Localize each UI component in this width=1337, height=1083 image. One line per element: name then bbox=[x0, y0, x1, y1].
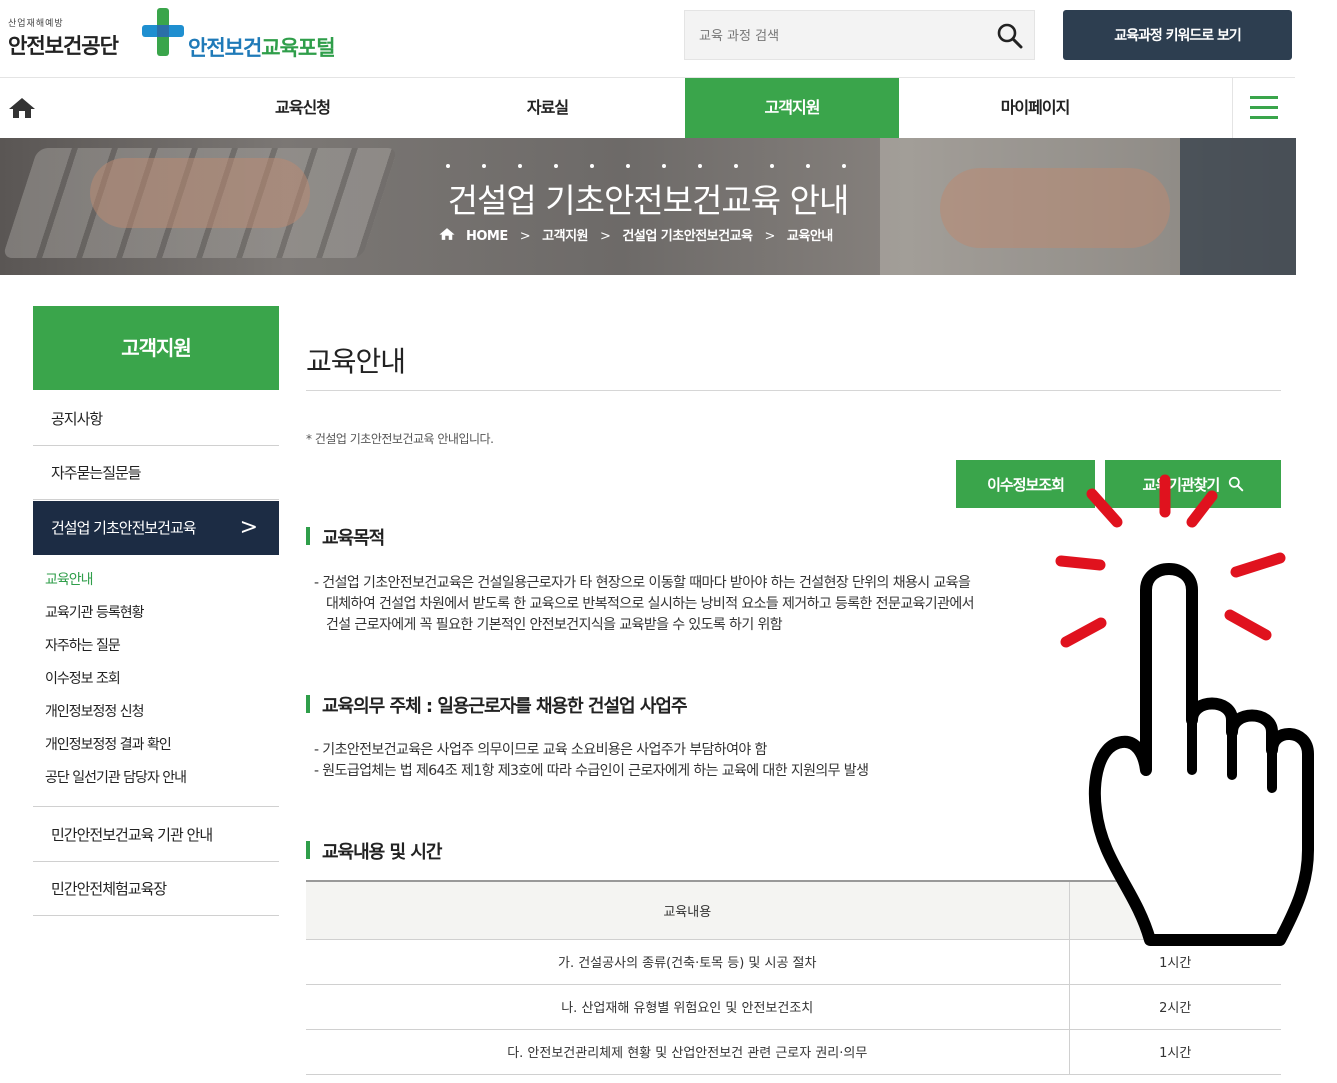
breadcrumb-home-icon[interactable] bbox=[438, 227, 456, 241]
table-row: 다. 안전보건관리체제 현황 및 산업안전보건 관련 근로자 권리·의무 1시간 bbox=[306, 1029, 1281, 1075]
table-cell: 나. 산업재해 유형별 위험요인 및 안전보건조치 bbox=[306, 984, 1070, 1030]
main-nav: 교육신청 자료실 고객지원 마이페이지 bbox=[0, 77, 1295, 138]
portal-logo-part-b: 교육포털 bbox=[261, 36, 335, 60]
search-box bbox=[684, 10, 1035, 60]
sidebar-sub-correction-result[interactable]: 개인정보정정 결과 확인 bbox=[45, 734, 172, 754]
breadcrumb-support[interactable]: 고객지원 bbox=[542, 229, 588, 244]
purpose-line: 대체하여 건설업 차원에서 받도록 한 교육으로 반복적으로 실시하는 낭비적 … bbox=[326, 596, 975, 612]
sidebar-sub-contacts[interactable]: 공단 일선기관 담당자 안내 bbox=[45, 767, 187, 787]
search-icon[interactable] bbox=[996, 22, 1024, 50]
purpose-text: - 건설업 기초안전보건교육은 건설일용근로자가 타 현장으로 이동할 때마다 … bbox=[314, 573, 975, 636]
sidebar-item-private-institutions[interactable]: 민간안전보건교육 기관 안내 bbox=[33, 808, 279, 862]
table-row: 나. 산업재해 유형별 위험요인 및 안전보건조치 2시간 bbox=[306, 984, 1281, 1030]
breadcrumb-home[interactable]: HOME bbox=[466, 229, 508, 244]
logo-title: 안전보건공단 bbox=[8, 34, 119, 58]
nav-item-library[interactable]: 자료실 bbox=[425, 78, 670, 138]
nav-item-apply[interactable]: 교육신청 bbox=[180, 78, 425, 138]
nav-item-support[interactable]: 고객지원 bbox=[685, 78, 899, 138]
pointing-hand-icon bbox=[1055, 474, 1314, 946]
sidebar-sub-guide[interactable]: 교육안내 bbox=[45, 569, 94, 589]
duty-text: - 기초안전보건교육은 사업주 의무이므로 교육 소요비용은 사업주가 부담하여… bbox=[314, 740, 869, 782]
sidebar-sub-faq[interactable]: 자주하는 질문 bbox=[45, 635, 121, 655]
table-header-cell: 교육내용 bbox=[306, 880, 1070, 940]
page-banner: 건설업 기초안전보건교육 안내 HOME > 고객지원 > 건설업 기초안전보건교육 > 교… bbox=[0, 138, 1296, 275]
sidebar-item-label: 건설업 기초안전보건교육 bbox=[51, 519, 197, 537]
duty-line: - 기초안전보건교육은 사업주 의무이므로 교육 소요비용은 사업주가 부담하여… bbox=[314, 742, 767, 758]
page-notice: * 건설업 기초안전보건교육 안내입니다. bbox=[306, 432, 494, 446]
hamburger-icon[interactable] bbox=[1232, 78, 1295, 138]
page-title: 교육안내 bbox=[306, 345, 406, 378]
sidebar-sub-completion[interactable]: 이수정보 조회 bbox=[45, 668, 121, 688]
sidebar-sub-institutions[interactable]: 교육기관 등록현황 bbox=[45, 602, 144, 622]
sidebar-item-experience-center[interactable]: 민간안전체험교육장 bbox=[33, 862, 279, 916]
breadcrumb: HOME > 고객지원 > 건설업 기초안전보건교육 > 교육안내 bbox=[438, 225, 845, 244]
table-cell: 1시간 bbox=[1069, 1029, 1281, 1075]
keyword-view-button[interactable]: 교육과정 키워드로 보기 bbox=[1063, 10, 1292, 60]
purpose-line: - 건설업 기초안전보건교육은 건설일용근로자가 타 현장으로 이동할 때마다 … bbox=[314, 575, 971, 591]
chevron-right-icon: > bbox=[764, 229, 776, 244]
sidebar-item-faq[interactable]: 자주묻는질문들 bbox=[33, 446, 279, 500]
page: 산업재해예방 안전보건공단 안전보건교육포털 교육과정 키워드로 보기 교육신청… bbox=[0, 0, 1337, 1083]
portal-logo-text[interactable]: 안전보건교육포털 bbox=[188, 32, 336, 62]
banner-dots bbox=[446, 164, 846, 170]
sidebar-title: 고객지원 bbox=[33, 306, 279, 390]
table-cell: 2시간 bbox=[1069, 984, 1281, 1030]
section-heading-content: 교육내용 및 시간 bbox=[306, 838, 442, 864]
divider bbox=[306, 390, 1281, 391]
purpose-line: 건설 근로자에게 꼭 필요한 기본적인 안전보건지식을 교육받을 수 있도록 하… bbox=[326, 617, 783, 633]
logo-subtitle: 산업재해예방 bbox=[8, 19, 64, 29]
kosha-logo[interactable]: 산업재해예방 안전보건공단 bbox=[8, 16, 119, 60]
table-cell: 가. 건설공사의 종류(건축·토목 등) 및 시공 절차 bbox=[306, 939, 1070, 985]
sidebar-sub-correction-request[interactable]: 개인정보정정 신청 bbox=[45, 701, 144, 721]
chevron-right-icon: > bbox=[239, 515, 258, 540]
sidebar-item-construction[interactable]: 건설업 기초안전보건교육 > bbox=[33, 501, 279, 555]
chevron-right-icon: > bbox=[600, 229, 611, 244]
portal-logo-mark-icon bbox=[142, 8, 184, 56]
home-icon[interactable] bbox=[8, 96, 36, 120]
banner-title: 건설업 기초안전보건교육 안내 bbox=[447, 181, 850, 220]
portal-logo-part-a: 안전보건 bbox=[188, 36, 262, 60]
breadcrumb-current: 교육안내 bbox=[786, 229, 833, 244]
duty-line: - 원도급업체는 법 제64조 제1항 제3호에 따라 수급인이 근로자에게 하… bbox=[314, 763, 869, 779]
sidebar-item-notice[interactable]: 공지사항 bbox=[33, 392, 279, 446]
breadcrumb-construction[interactable]: 건설업 기초안전보건교육 bbox=[622, 229, 753, 244]
section-heading-duty: 교육의무 주체 : 일용근로자를 채용한 건설업 사업주 bbox=[306, 692, 688, 718]
nav-item-mypage[interactable]: 마이페이지 bbox=[915, 78, 1155, 138]
chevron-right-icon: > bbox=[519, 229, 531, 244]
divider bbox=[33, 806, 279, 807]
search-input[interactable] bbox=[699, 23, 989, 49]
section-heading-purpose: 교육목적 bbox=[306, 524, 385, 550]
table-cell: 다. 안전보건관리체제 현황 및 산업안전보건 관련 근로자 권리·의무 bbox=[306, 1029, 1070, 1075]
